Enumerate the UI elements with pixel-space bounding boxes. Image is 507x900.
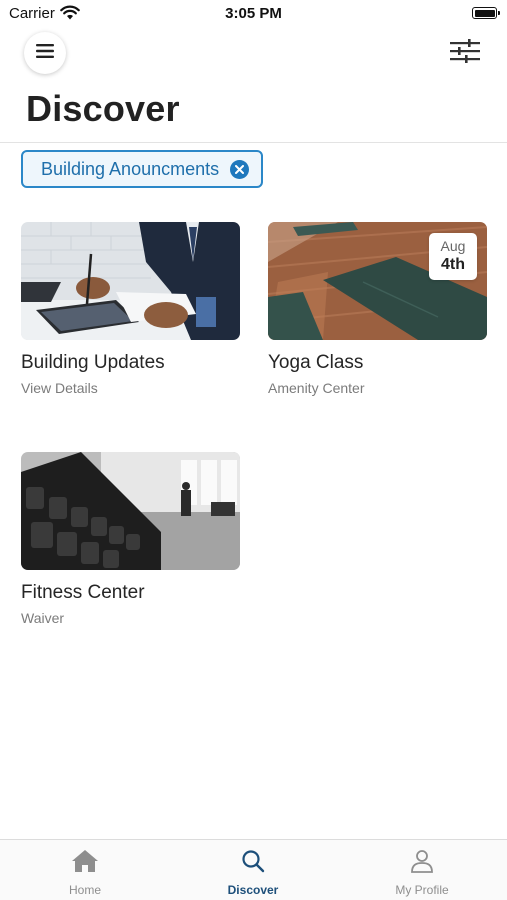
card-title: Building Updates: [21, 352, 165, 373]
filter-button[interactable]: [449, 38, 481, 68]
close-circle-icon[interactable]: [230, 159, 250, 179]
tab-bar: Home Discover My Profile: [0, 839, 507, 900]
card-fitness-center[interactable]: Fitness Center Waiver: [21, 452, 240, 626]
filter-chip-label: Building Anouncments: [41, 158, 220, 179]
sliders-icon: [450, 38, 480, 68]
card-title: Fitness Center: [21, 582, 145, 603]
tab-home[interactable]: Home: [25, 849, 145, 897]
tab-discover[interactable]: Discover: [193, 849, 313, 897]
card-yoga-class[interactable]: Aug 4th Yoga Class Amenity Center: [268, 222, 487, 396]
yoga-class-image: Aug 4th: [268, 222, 487, 340]
user-icon: [410, 849, 434, 878]
card-title: Yoga Class: [268, 352, 364, 373]
card-subtitle: Waiver: [21, 610, 65, 626]
fitness-center-image: [21, 452, 240, 570]
tab-home-label: Home: [68, 883, 101, 897]
filter-chip[interactable]: Building Anouncments: [21, 150, 264, 188]
status-time: 3:05 PM: [225, 5, 282, 22]
tab-discover-label: Discover: [227, 883, 279, 897]
tab-profile[interactable]: My Profile: [362, 849, 482, 897]
tab-profile-label: My Profile: [395, 883, 449, 897]
page-title: Discover: [26, 88, 180, 129]
badge-day: 4th: [441, 256, 465, 273]
card-subtitle: View Details: [21, 380, 98, 396]
status-bar: Carrier 3:05 PM: [0, 0, 507, 28]
home-icon: [71, 849, 99, 878]
date-badge: Aug 4th: [429, 233, 477, 280]
search-icon: [241, 849, 265, 878]
hamburger-menu-icon: [36, 43, 54, 63]
battery-icon: [472, 7, 500, 19]
card-subtitle: Amenity Center: [268, 380, 365, 396]
badge-month: Aug: [440, 238, 466, 254]
building-updates-image: [21, 222, 240, 340]
card-building-updates[interactable]: Building Updates View Details: [21, 222, 240, 396]
header-divider: [0, 142, 507, 143]
menu-button[interactable]: [24, 32, 66, 74]
